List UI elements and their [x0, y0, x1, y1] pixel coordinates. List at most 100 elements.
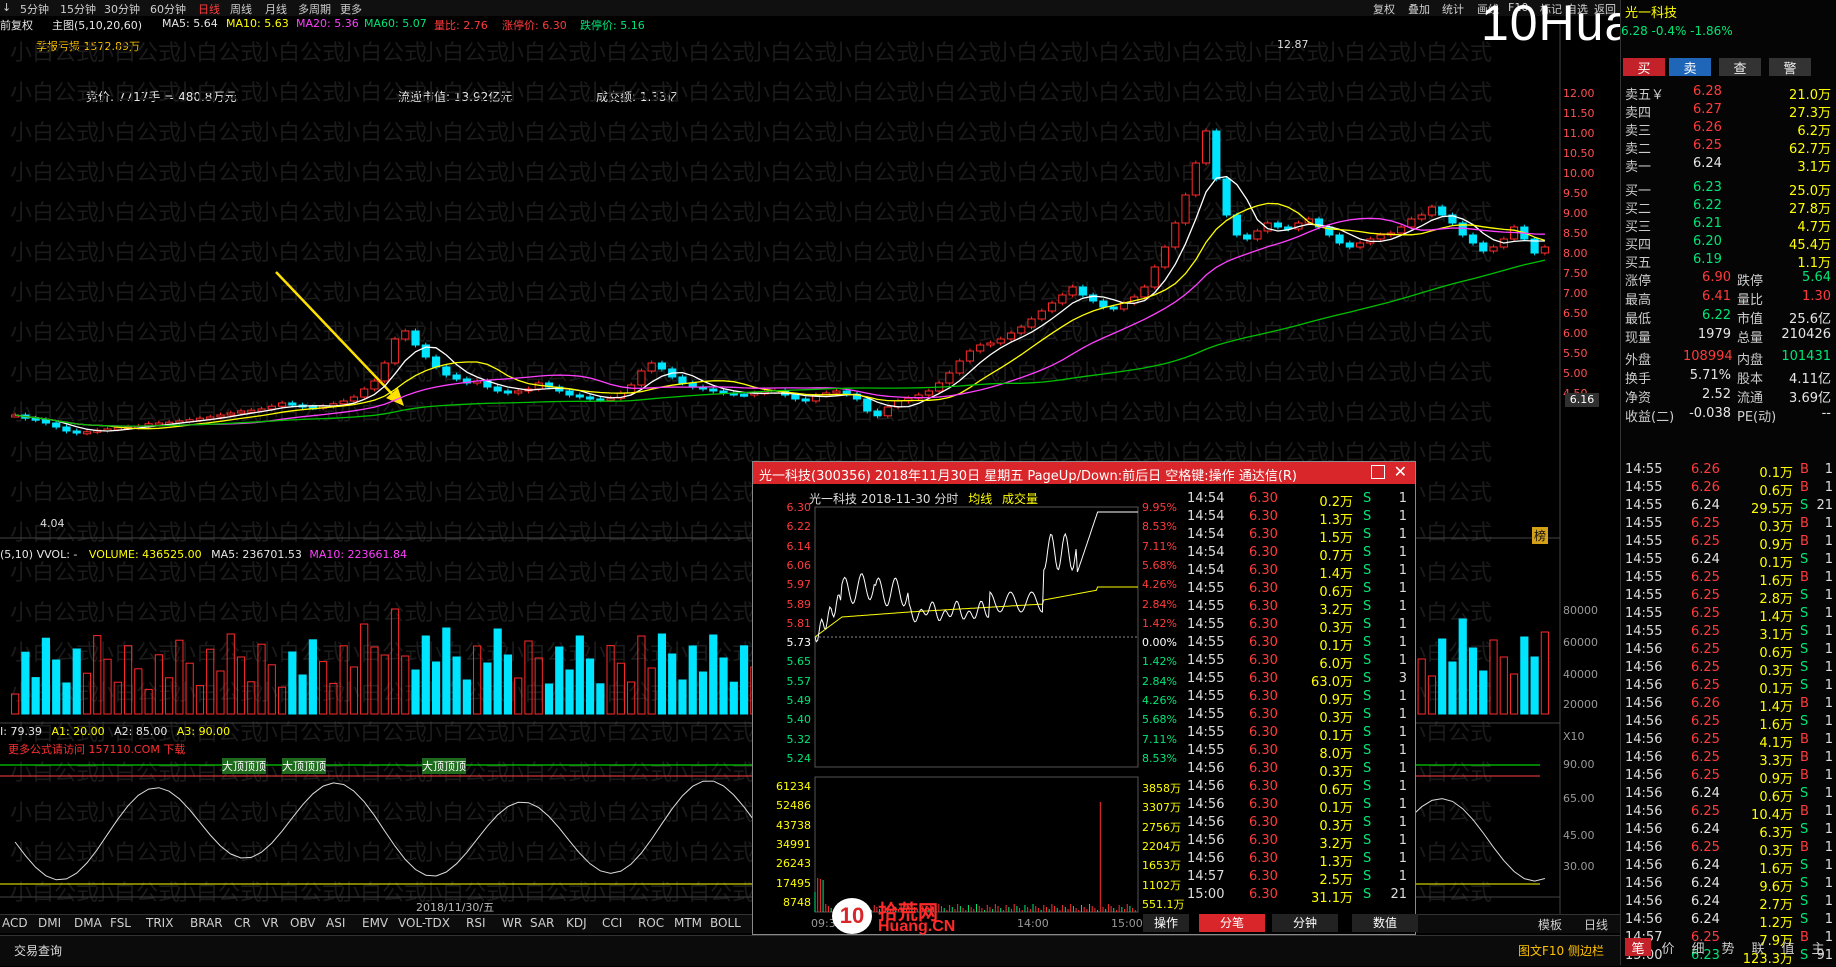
volume-bar — [390, 608, 400, 715]
indicator-tab-vr[interactable]: VR — [262, 916, 279, 930]
sell-button[interactable]: 卖 — [1669, 58, 1711, 77]
volume-bar — [267, 664, 276, 715]
candle-body — [1191, 162, 1200, 196]
tick-count: 1 — [1824, 660, 1833, 675]
volume-bar — [616, 662, 625, 715]
popup-tick-price: 6.30 — [1249, 689, 1278, 704]
indicator-tab-trix[interactable]: TRIX — [146, 916, 173, 930]
volume-bar — [585, 658, 595, 715]
panel-tab-1[interactable]: 价 — [1655, 938, 1681, 957]
tick-count: 1 — [1824, 786, 1833, 801]
indicator-tab-sar[interactable]: SAR — [530, 916, 554, 930]
indicator-tab-vol-tdx[interactable]: VOL-TDX — [398, 916, 450, 930]
tick-time: 14:56 — [1625, 678, 1663, 693]
candle-body — [226, 412, 235, 416]
popup-tab-1[interactable]: 分笔 — [1199, 914, 1265, 932]
rank-badge[interactable]: 榜 — [1532, 527, 1549, 544]
trade-query-link[interactable]: 交易查询 — [14, 942, 62, 959]
candle-body — [1150, 266, 1159, 288]
volume-bar — [247, 681, 256, 715]
indicator-tab-asi[interactable]: ASI — [326, 916, 345, 930]
volume-bar — [1468, 647, 1478, 715]
f10-link[interactable]: 图文F10 — [1518, 942, 1564, 959]
volume-bar — [257, 643, 266, 715]
indicator-tab-boll[interactable]: BOLL — [710, 916, 741, 930]
indicator-tab-emv[interactable]: EMV — [362, 916, 388, 930]
buy-button[interactable]: 买 — [1623, 58, 1665, 77]
tick-side: B — [1800, 462, 1809, 477]
popup-tick-price: 6.30 — [1249, 545, 1278, 560]
popup-tab-0[interactable]: 操作 — [1143, 914, 1189, 932]
alert-button[interactable]: 警 — [1769, 58, 1811, 77]
tick-count: 1 — [1824, 804, 1833, 819]
order-level-label: 买一 — [1625, 184, 1652, 199]
panel-tab-2[interactable]: 细 — [1685, 938, 1711, 957]
panel-tab-4[interactable]: 联 — [1745, 938, 1771, 957]
tick-volume: 0.1万 — [1759, 466, 1793, 481]
popup-tick-side: S — [1363, 545, 1372, 560]
indicator-tab-wr[interactable]: WR — [502, 916, 522, 930]
volume-bar — [226, 633, 235, 715]
volume-bar — [431, 661, 441, 715]
indicator-tab-brar[interactable]: BRAR — [190, 916, 223, 930]
indicator-tab-acd[interactable]: ACD — [2, 916, 28, 930]
panel-tab-3[interactable]: 势 — [1715, 938, 1741, 957]
popup-tick-time: 14:54 — [1187, 527, 1225, 542]
intraday-pct-tick: 0.00% — [1142, 636, 1177, 650]
price-tick: 7.00 — [1563, 287, 1588, 300]
popup-tick-volume: 0.6万 — [1319, 783, 1353, 798]
panel-tab-0[interactable]: 笔 — [1625, 938, 1651, 957]
indicator-tab-cci[interactable]: CCI — [602, 916, 622, 930]
popup-tick-row: 14:55 6.30 0.1万 S 1 — [1187, 725, 1411, 744]
popup-tick-price: 6.30 — [1249, 509, 1278, 524]
order-price: 6.19 — [1693, 252, 1722, 267]
popup-tick-count: 1 — [1398, 509, 1407, 524]
candle-body — [360, 388, 369, 398]
price-tick: 12.00 — [1563, 87, 1595, 100]
stat-value-2: 101431 — [1781, 349, 1831, 364]
popup-tick-side: S — [1363, 563, 1372, 578]
tick-row: 14:56 6.24 0.6万 S 1 — [1621, 786, 1836, 805]
popup-tick-volume: 0.3万 — [1319, 621, 1353, 636]
maximize-icon[interactable] — [1371, 465, 1385, 479]
candle-body — [1253, 230, 1262, 240]
ma60-line — [15, 259, 1546, 427]
intraday-pct-tick: 5.68% — [1142, 713, 1177, 727]
tick-row: 14:55 6.25 0.3万 B 1 — [1621, 516, 1836, 535]
tick-price: 6.26 — [1691, 480, 1720, 495]
tick-volume: 0.6万 — [1759, 790, 1793, 805]
volume-bar — [134, 668, 143, 715]
stat-label-1: 换手 — [1625, 372, 1652, 387]
popup-tick-volume: 0.1万 — [1319, 729, 1353, 744]
panel-tab-6[interactable]: 主 — [1805, 938, 1831, 957]
order-volume: 27.8万 — [1789, 202, 1831, 217]
order-volume: 27.3万 — [1789, 106, 1831, 121]
popup-tab-3[interactable]: 数值 — [1352, 914, 1418, 932]
tick-volume: 0.9万 — [1759, 538, 1793, 553]
indicator-tab-dma[interactable]: DMA — [74, 916, 102, 930]
template-button[interactable]: 模板 — [1538, 916, 1562, 933]
panel-tab-5[interactable]: 值 — [1775, 938, 1801, 957]
tick-volume: 29.5万 — [1751, 502, 1793, 517]
indicator-tab-rsi[interactable]: RSI — [466, 916, 486, 930]
day-line-button[interactable]: 日线 — [1584, 916, 1608, 933]
popup-tick-time: 14:56 — [1187, 815, 1225, 830]
stat-label-2: PE(动) — [1737, 410, 1777, 425]
query-button[interactable]: 查 — [1719, 58, 1761, 77]
indicator-tab-kdj[interactable]: KDJ — [566, 916, 587, 930]
popup-tab-2[interactable]: 分钟 — [1272, 914, 1338, 932]
indicator-tab-mtm[interactable]: MTM — [674, 916, 702, 930]
intraday-chart[interactable] — [753, 462, 1193, 934]
close-icon[interactable]: ✕ — [1394, 462, 1407, 481]
volume-bar — [349, 666, 359, 715]
indicator-tab-obv[interactable]: OBV — [290, 916, 316, 930]
indicator-tab-dmi[interactable]: DMI — [38, 916, 61, 930]
sidebar-link[interactable]: 侧边栏 — [1568, 942, 1604, 959]
promo-link[interactable]: 更多公式请访问 157110.COM 下载 — [8, 741, 185, 757]
indicator-tab-cr[interactable]: CR — [234, 916, 251, 930]
tick-price: 6.24 — [1691, 912, 1720, 927]
popup-tick-row: 14:56 6.30 0.1万 S 1 — [1187, 797, 1411, 816]
indicator-tab-roc[interactable]: ROC — [638, 916, 664, 930]
indicator-tab-fsl[interactable]: FSL — [110, 916, 131, 930]
candle-body — [955, 360, 964, 374]
